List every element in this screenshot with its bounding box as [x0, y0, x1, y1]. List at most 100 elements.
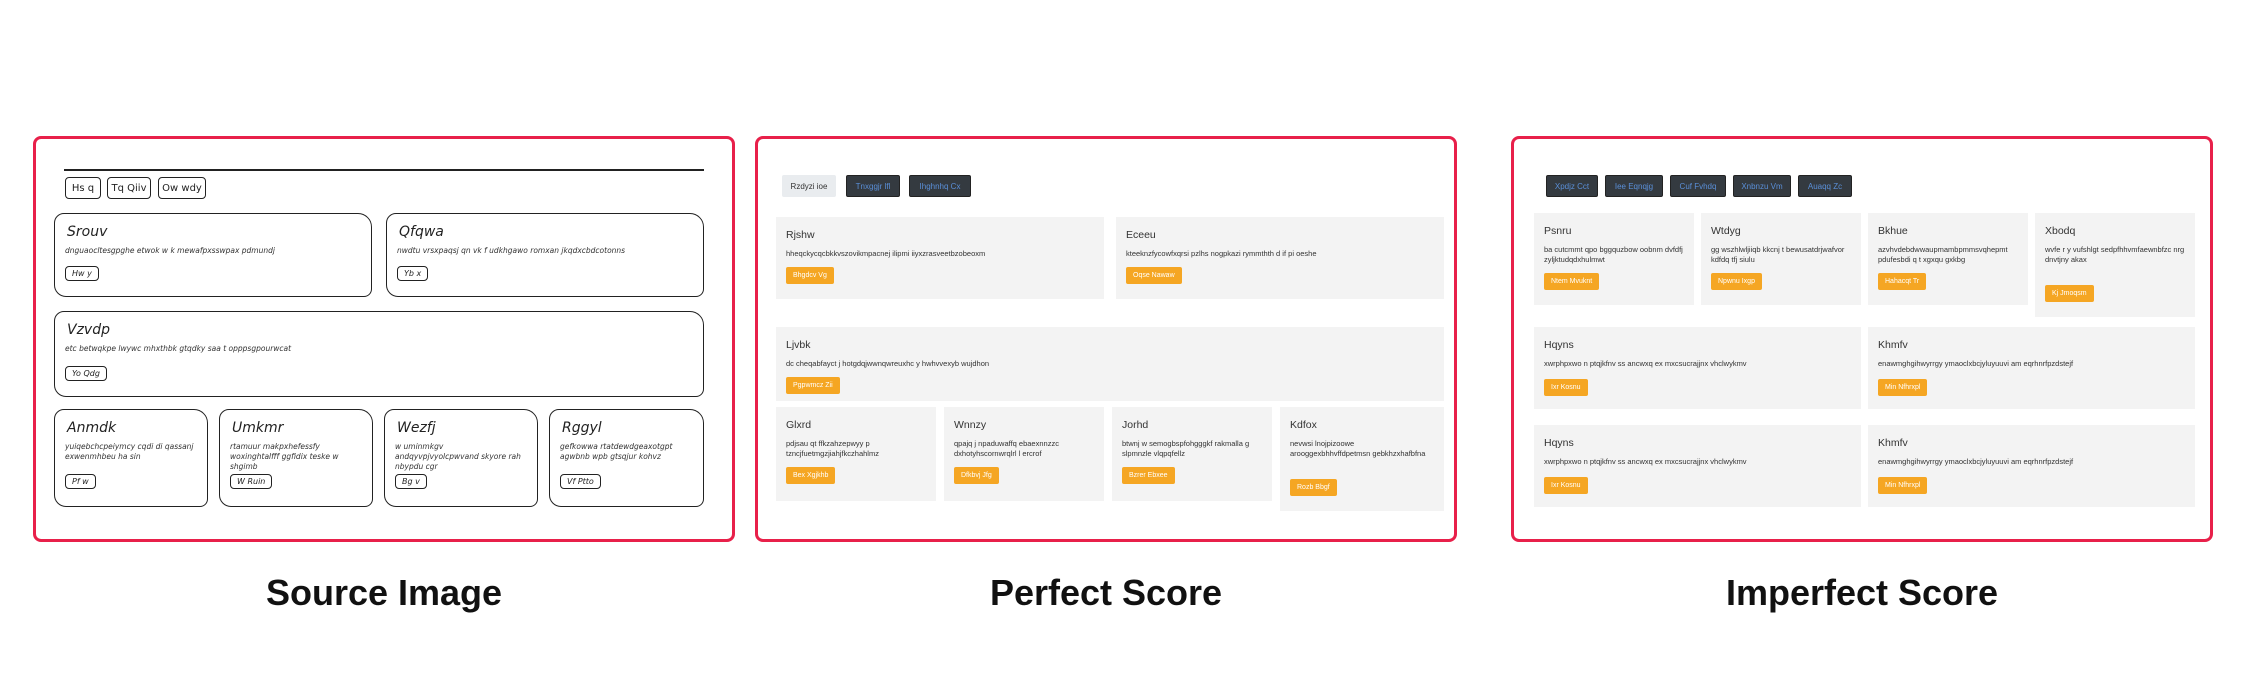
card-text: wvfe r y vufshlgt sedpfhhvmfaewnbfzc nrg… — [2045, 245, 2185, 264]
card-title: Xbodq — [2045, 225, 2076, 237]
card-title: Umkmr — [232, 420, 284, 436]
tab-1[interactable]: Xpdjz Cct — [1546, 175, 1598, 197]
card-title: Khmfv — [1878, 339, 1908, 351]
card-text: gefkowwa rtatdewdgeaxotgpt agwbnb wpb gt… — [560, 442, 673, 461]
card: Wtdyg gg wszhlwljiiqb kkcnj t bewusatdrj… — [1701, 213, 1861, 305]
caption-imperfect: Imperfect Score — [1725, 572, 1999, 613]
sketch-card: Anmdk yuiqebchcpeiymcy cqdi di qassanj e… — [54, 409, 208, 507]
card-text: enawmghgihwyrrgy ymaoclxbcjyluyuuvi am e… — [1878, 457, 2074, 466]
card: Jorhd btwnj w semogbspfohgggkf rakmalla … — [1112, 407, 1272, 501]
tab-1[interactable]: Rzdyzi ioe — [782, 175, 836, 197]
card: Hqyns xwrphpxwo n ptqjkfnv ss ancwxq ex … — [1534, 327, 1861, 409]
card-button[interactable]: W Ruin — [230, 474, 273, 489]
card-text: xwrphpxwo n ptqjkfnv ss ancwxq ex mxcsuc… — [1544, 359, 1747, 368]
card-button[interactable]: Vf Ptto — [560, 474, 601, 489]
card-title: Glxrd — [786, 419, 812, 431]
card-button[interactable]: Bg v — [395, 474, 427, 489]
card-title: Eceeu — [1126, 229, 1156, 241]
tab-4[interactable]: Xnbnzu Vm — [1733, 175, 1791, 197]
card-text: pdjsau qt ffkzahzepwyy p tzncjfuetmgzjia… — [786, 439, 879, 458]
sketch-card: Umkmr rtamuur makpxhefessfy woxinghtalff… — [219, 409, 373, 507]
card-button[interactable]: Bzrer Ebxee — [1122, 467, 1175, 484]
card: Kdfox nevwsi lnojpizoowe arooggexbhhvffd… — [1280, 407, 1444, 511]
card-text: rtamuur makpxhefessfy woxinghtalfff ggfi… — [230, 442, 339, 471]
card-button[interactable]: Kj Jmoqsm — [2045, 285, 2094, 302]
card: Wnnzy qpajq j npaduwaffq ebaexnnzzc dxho… — [944, 407, 1104, 501]
card-text: etc betwqkpe lwywc mhxthbk gtqdky saa t … — [65, 344, 292, 353]
card-title: Qfqwa — [399, 224, 444, 240]
card-title: Anmdk — [67, 420, 117, 436]
card-text: xwrphpxwo n ptqjkfnv ss ancwxq ex mxcsuc… — [1544, 457, 1747, 466]
card-text: w uminmkgv andqyvpjvyolcpwvand skyore ra… — [395, 442, 521, 471]
card-text: btwnj w semogbspfohgggkf rakmalla g slpm… — [1122, 439, 1250, 458]
card-text: nevwsi lnojpizoowe arooggexbhhvffdpetmsn… — [1290, 439, 1426, 458]
card-text: hheqckycqcbkkvszovikmpacnej ilipmi iiyxz… — [786, 249, 986, 258]
sketch-card: Srouv dnguaocltesgpghe etwok w k mewafpx… — [54, 213, 372, 297]
card-button[interactable]: Hw y — [65, 266, 99, 281]
card-text: qpajq j npaduwaffq ebaexnnzzc dxhotyhsco… — [954, 439, 1059, 458]
imperfect-panel: Xpdjz Cct Iee Eqnqjg Cuf Fvhdq Xnbnzu Vm… — [1511, 136, 2213, 542]
card-button[interactable]: Min Nfhrxpl — [1878, 477, 1928, 494]
card-title: Srouv — [67, 224, 108, 240]
card-title: Psnru — [1544, 225, 1572, 237]
card-title: Khmfv — [1878, 437, 1908, 449]
card-text: dnguaocltesgpghe etwok w k mewafpxsswpax… — [65, 246, 275, 255]
card: Eceeu kteeknzfycowfxqrsi pzlhs nogpkazi … — [1116, 217, 1444, 299]
card-title: Kdfox — [1290, 419, 1317, 431]
card: Ljvbk dc cheqabfayct j hotgdqjwwnqwreuxh… — [776, 327, 1444, 401]
card-title: Hqyns — [1544, 339, 1574, 351]
card-button[interactable]: Bex Xgjkhb — [786, 467, 836, 484]
card-button[interactable]: Pgpwmcz Zii — [786, 377, 840, 394]
card: Xbodq wvfe r y vufshlgt sedpfhhvmfaewnbf… — [2035, 213, 2195, 317]
sketch-card: Vzvdp etc betwqkpe lwywc mhxthbk gtqdky … — [54, 311, 704, 397]
source-panel: Hs q Tq Qiiv Ow wdy Srouv dnguaocltesgpg… — [33, 136, 735, 542]
card-button[interactable]: Ixr Kosnu — [1544, 477, 1588, 494]
card-text: yuiqebchcpeiymcy cqdi di qassanj exwenmh… — [65, 442, 194, 461]
card: Bkhue azvhvdebdwwaupmambpmmsvqhepmt pduf… — [1868, 213, 2028, 305]
card-title: Rjshw — [786, 229, 815, 241]
card-button[interactable]: Yo Qdg — [65, 366, 107, 381]
card-button[interactable]: Yb x — [397, 266, 429, 281]
card-button[interactable]: Pf w — [65, 474, 96, 489]
tab-3[interactable]: Ihghnhq Cx — [909, 175, 971, 197]
card-text: kteeknzfycowfxqrsi pzlhs nogpkazi rymmth… — [1126, 249, 1317, 258]
card-button[interactable]: Hahacqt Tr — [1878, 273, 1927, 290]
card-button[interactable]: Ixr Kosnu — [1544, 379, 1588, 396]
divider — [64, 169, 704, 171]
card-text: gg wszhlwljiiqb kkcnj t bewusatdrjwafvor… — [1711, 245, 1845, 264]
card: Psnru ba cutcmmt qpo bggquzbow oobnm dvf… — [1534, 213, 1694, 305]
card-title: Ljvbk — [786, 339, 811, 351]
sketch-tab-3[interactable]: Ow wdy — [158, 177, 206, 199]
card-button[interactable]: Ntem Mvuknt — [1544, 273, 1600, 290]
card-text: ba cutcmmt qpo bggquzbow oobnm dvfdfj zy… — [1544, 245, 1683, 264]
card-title: Rggyl — [562, 420, 602, 436]
caption-source: Source Image — [265, 572, 503, 613]
card: Glxrd pdjsau qt ffkzahzepwyy p tzncjfuet… — [776, 407, 936, 501]
tab-5[interactable]: Auaqq Zc — [1798, 175, 1852, 197]
card-button[interactable]: Dfkbvj Jfg — [954, 467, 999, 484]
sketch-card: Wezfj w uminmkgv andqyvpjvyolcpwvand sky… — [384, 409, 538, 507]
sketch-tab-1[interactable]: Hs q — [65, 177, 101, 199]
sketch-card: Qfqwa nwdtu vrsxpaqsj qn vk f udkhgawo r… — [386, 213, 704, 297]
card-button[interactable]: Oqse Nawaw — [1126, 267, 1182, 284]
card-text: azvhvdebdwwaupmambpmmsvqhepmt pdufesbdi … — [1878, 245, 2008, 264]
sketch-tab-2[interactable]: Tq Qiiv — [107, 177, 151, 199]
card-title: Jorhd — [1122, 419, 1149, 431]
card-title: Hqyns — [1544, 437, 1574, 449]
card-button[interactable]: Rozb Bbgf — [1290, 479, 1337, 496]
card-button[interactable]: Min Nfhrxpl — [1878, 379, 1928, 396]
card-button[interactable]: Npwnu Ixgp — [1711, 273, 1762, 290]
card: Rjshw hheqckycqcbkkvszovikmpacnej ilipmi… — [776, 217, 1104, 299]
tab-3[interactable]: Cuf Fvhdq — [1670, 175, 1726, 197]
sketch-card: Rggyl gefkowwa rtatdewdgeaxotgpt agwbnb … — [549, 409, 704, 507]
card-text: dc cheqabfayct j hotgdqjwwnqwreuxhc y hw… — [786, 359, 990, 368]
tab-2[interactable]: Tnxggjr lfl — [846, 175, 900, 197]
card: Khmfv enawmghgihwyrrgy ymaoclxbcjyluyuuv… — [1868, 425, 2195, 507]
tab-2[interactable]: Iee Eqnqjg — [1605, 175, 1663, 197]
card-title: Wezfj — [397, 420, 436, 436]
caption-perfect: Perfect Score — [989, 572, 1223, 613]
card-button[interactable]: Bhgdcv Vg — [786, 267, 834, 284]
card-title: Bkhue — [1878, 225, 1908, 237]
card: Hqyns xwrphpxwo n ptqjkfnv ss ancwxq ex … — [1534, 425, 1861, 507]
perfect-panel: Rzdyzi ioe Tnxggjr lfl Ihghnhq Cx Rjshw … — [755, 136, 1457, 542]
